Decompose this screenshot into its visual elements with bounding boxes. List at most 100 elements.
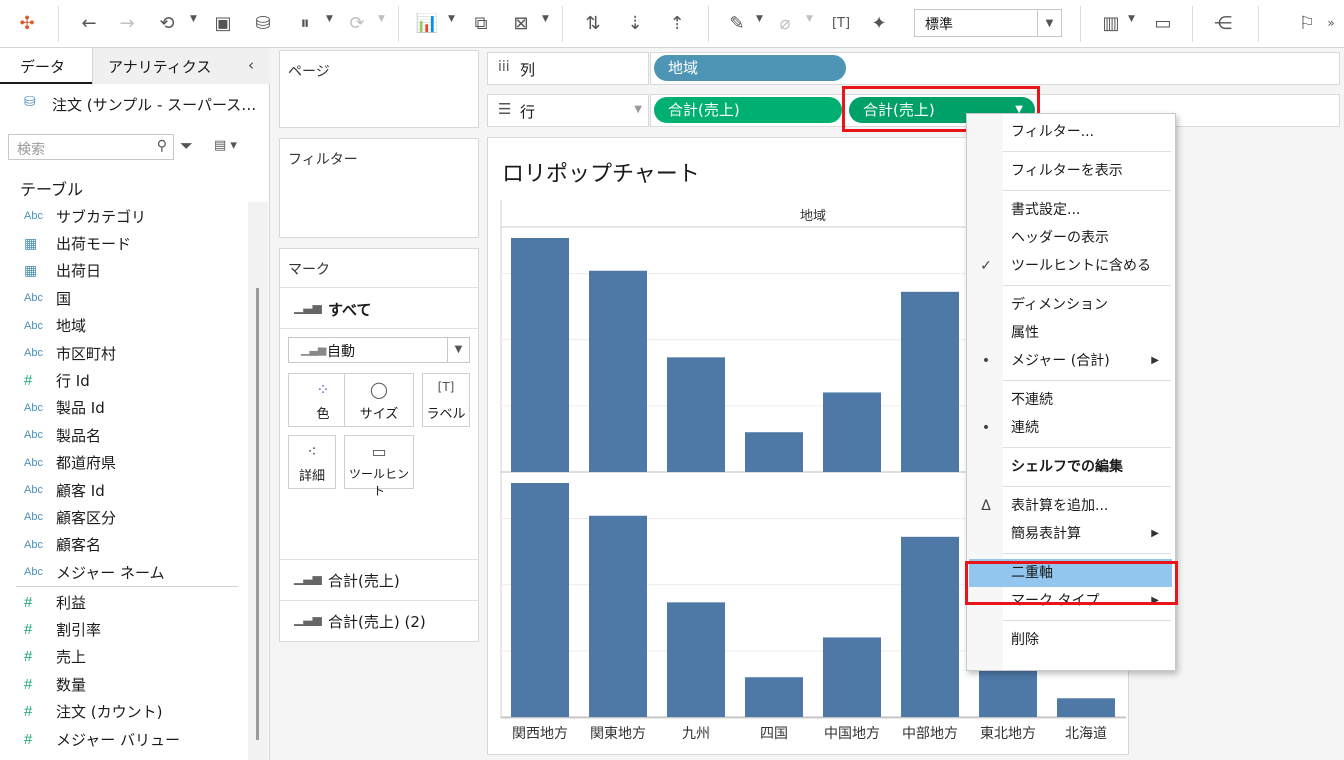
- replay-dropdown-icon[interactable]: ▼: [190, 14, 197, 24]
- menu-separator: [1003, 447, 1171, 448]
- sort-descending-icon[interactable]: ⇡: [662, 8, 692, 38]
- marks-divider: [280, 559, 478, 560]
- group-dropdown-icon[interactable]: ▼: [806, 14, 813, 24]
- menu-item[interactable]: ディメンション: [967, 291, 1175, 319]
- undo-icon[interactable]: ←: [74, 8, 104, 38]
- new-worksheet-icon[interactable]: 📊: [412, 8, 442, 38]
- toolbar-divider: [562, 6, 563, 42]
- replay-icon[interactable]: ⟲: [152, 8, 182, 38]
- search-field[interactable]: 検索 ⚲: [8, 134, 174, 160]
- new-worksheet-dropdown-icon[interactable]: ▼: [448, 14, 455, 24]
- show-labels-icon[interactable]: [T]: [826, 8, 856, 38]
- field-item[interactable]: # 売上: [24, 644, 86, 670]
- columns-pill-region[interactable]: 地域: [654, 55, 846, 81]
- pages-card[interactable]: ページ: [279, 50, 479, 128]
- field-item[interactable]: Abc 製品名: [24, 422, 101, 448]
- field-item[interactable]: Abc 顧客 Id: [24, 477, 105, 503]
- field-item[interactable]: # 注文 (カウント): [24, 699, 162, 725]
- rows-pill-sum-sales[interactable]: 合計(売上): [654, 97, 842, 123]
- menu-item[interactable]: フィルター...: [967, 118, 1175, 146]
- marks-measure-2[interactable]: 合計(売上) (2): [328, 611, 426, 632]
- field-item[interactable]: Abc 製品 Id: [24, 395, 105, 421]
- swap-rows-columns-icon[interactable]: ⇅: [578, 8, 608, 38]
- field-item[interactable]: Abc サブカテゴリ: [24, 203, 146, 229]
- detail-button[interactable]: ⁖ 詳細: [288, 435, 336, 489]
- marks-all-label[interactable]: すべて: [328, 299, 371, 320]
- menu-item[interactable]: 不連続: [967, 386, 1175, 414]
- group-icon[interactable]: ⌀: [770, 8, 800, 38]
- tableau-logo-icon[interactable]: ✣: [12, 8, 42, 38]
- field-item[interactable]: # メジャー バリュー: [24, 726, 180, 752]
- tab-data[interactable]: データ: [20, 56, 65, 77]
- fit-selector[interactable]: 標準 ▼: [914, 9, 1062, 37]
- menu-item[interactable]: ✓ ツールヒントに含める: [967, 252, 1175, 280]
- menu-item[interactable]: 属性: [967, 319, 1175, 347]
- show-me-icon[interactable]: ▥: [1096, 8, 1126, 38]
- field-item[interactable]: Abc 顧客名: [24, 532, 101, 558]
- more-icon[interactable]: »: [1322, 8, 1340, 38]
- presentation-icon[interactable]: ▭: [1148, 8, 1178, 38]
- field-item[interactable]: Abc 国: [24, 285, 71, 311]
- filter-icon[interactable]: ⏷: [180, 136, 193, 156]
- label-button[interactable]: [T] ラベル: [422, 373, 470, 427]
- clear-sheet-icon[interactable]: ⊠: [506, 8, 536, 38]
- pin-icon[interactable]: ✦: [864, 8, 894, 38]
- menu-item[interactable]: 削除: [967, 626, 1175, 654]
- signpost-icon[interactable]: ⚐: [1292, 8, 1322, 38]
- redo-icon[interactable]: →: [112, 8, 142, 38]
- rows-dropdown-icon[interactable]: ▼: [634, 104, 642, 115]
- field-item[interactable]: Abc 顧客区分: [24, 504, 116, 530]
- menu-item[interactable]: フィルターを表示: [967, 157, 1175, 185]
- new-datasource-icon[interactable]: ⛁: [248, 8, 278, 38]
- mark-type-select[interactable]: ▁▃▅ 自動 ▼: [288, 337, 470, 363]
- menu-item[interactable]: 書式設定...: [967, 196, 1175, 224]
- field-item[interactable]: Abc メジャー ネーム: [24, 559, 165, 585]
- scrollbar-thumb[interactable]: [256, 288, 259, 740]
- pause-dropdown-icon[interactable]: ▼: [326, 14, 333, 24]
- save-icon[interactable]: ▣: [208, 8, 238, 38]
- clear-sheet-dropdown-icon[interactable]: ▼: [542, 14, 549, 24]
- menu-item[interactable]: シェルフでの編集: [967, 453, 1175, 481]
- field-item[interactable]: Abc 地域: [24, 313, 86, 339]
- field-item[interactable]: Abc 都道府県: [24, 450, 116, 476]
- collapse-pane-icon[interactable]: ‹: [248, 56, 254, 74]
- submenu-arrow-icon: ▶: [1151, 528, 1159, 539]
- menu-item[interactable]: • メジャー (合計) ▶: [967, 347, 1175, 375]
- datasource-icon: ⛁: [24, 94, 36, 110]
- field-item[interactable]: # 行 Id: [24, 367, 90, 393]
- filters-card[interactable]: フィルター: [279, 138, 479, 238]
- bar-mark-icon: ▁▃▅: [294, 612, 322, 626]
- datasource-name[interactable]: 注文 (サンプル - スーパース…: [52, 94, 256, 115]
- fit-dropdown-icon[interactable]: ▼: [1037, 10, 1061, 36]
- mark-type-value: 自動: [327, 344, 355, 360]
- string-type-icon: Abc: [24, 319, 43, 332]
- refresh-icon[interactable]: ⟳: [342, 8, 372, 38]
- view-list-icon[interactable]: ▤ ▾: [214, 138, 237, 153]
- menu-item[interactable]: ヘッダーの表示: [967, 224, 1175, 252]
- column-header-region: 地域: [800, 209, 826, 224]
- menu-item[interactable]: 簡易表計算 ▶: [967, 520, 1175, 548]
- marks-measure-1[interactable]: 合計(売上): [328, 570, 400, 591]
- share-icon[interactable]: ⋲: [1208, 8, 1238, 38]
- tab-analytics[interactable]: アナリティクス: [108, 56, 211, 77]
- menu-item[interactable]: Δ 表計算を追加...: [967, 492, 1175, 520]
- field-item[interactable]: ▦ 出荷日: [24, 258, 101, 284]
- field-item[interactable]: # 数量: [24, 671, 86, 697]
- menu-item-label: 表計算を追加...: [1011, 498, 1109, 514]
- refresh-dropdown-icon[interactable]: ▼: [378, 14, 385, 24]
- field-item[interactable]: # 利益: [24, 589, 86, 615]
- mark-type-dropdown-icon[interactable]: ▼: [447, 338, 469, 362]
- size-button[interactable]: ◯ サイズ: [344, 373, 414, 427]
- tooltip-button[interactable]: ▭ ツールヒント: [344, 435, 414, 498]
- show-me-dropdown-icon[interactable]: ▼: [1128, 14, 1135, 24]
- field-item[interactable]: Abc 市区町村: [24, 340, 116, 366]
- field-item[interactable]: # 割引率: [24, 616, 101, 642]
- pause-updates-icon[interactable]: ⏸: [290, 8, 320, 38]
- duplicate-sheet-icon[interactable]: ⧉: [466, 8, 496, 38]
- highlight-dropdown-icon[interactable]: ▼: [756, 14, 763, 24]
- highlight-icon[interactable]: ✎: [722, 8, 752, 38]
- field-item[interactable]: ▦ 出荷モード: [24, 230, 131, 256]
- field-name: 出荷日: [56, 262, 102, 281]
- sort-ascending-icon[interactable]: ⇣: [620, 8, 650, 38]
- menu-item[interactable]: • 連続: [967, 414, 1175, 442]
